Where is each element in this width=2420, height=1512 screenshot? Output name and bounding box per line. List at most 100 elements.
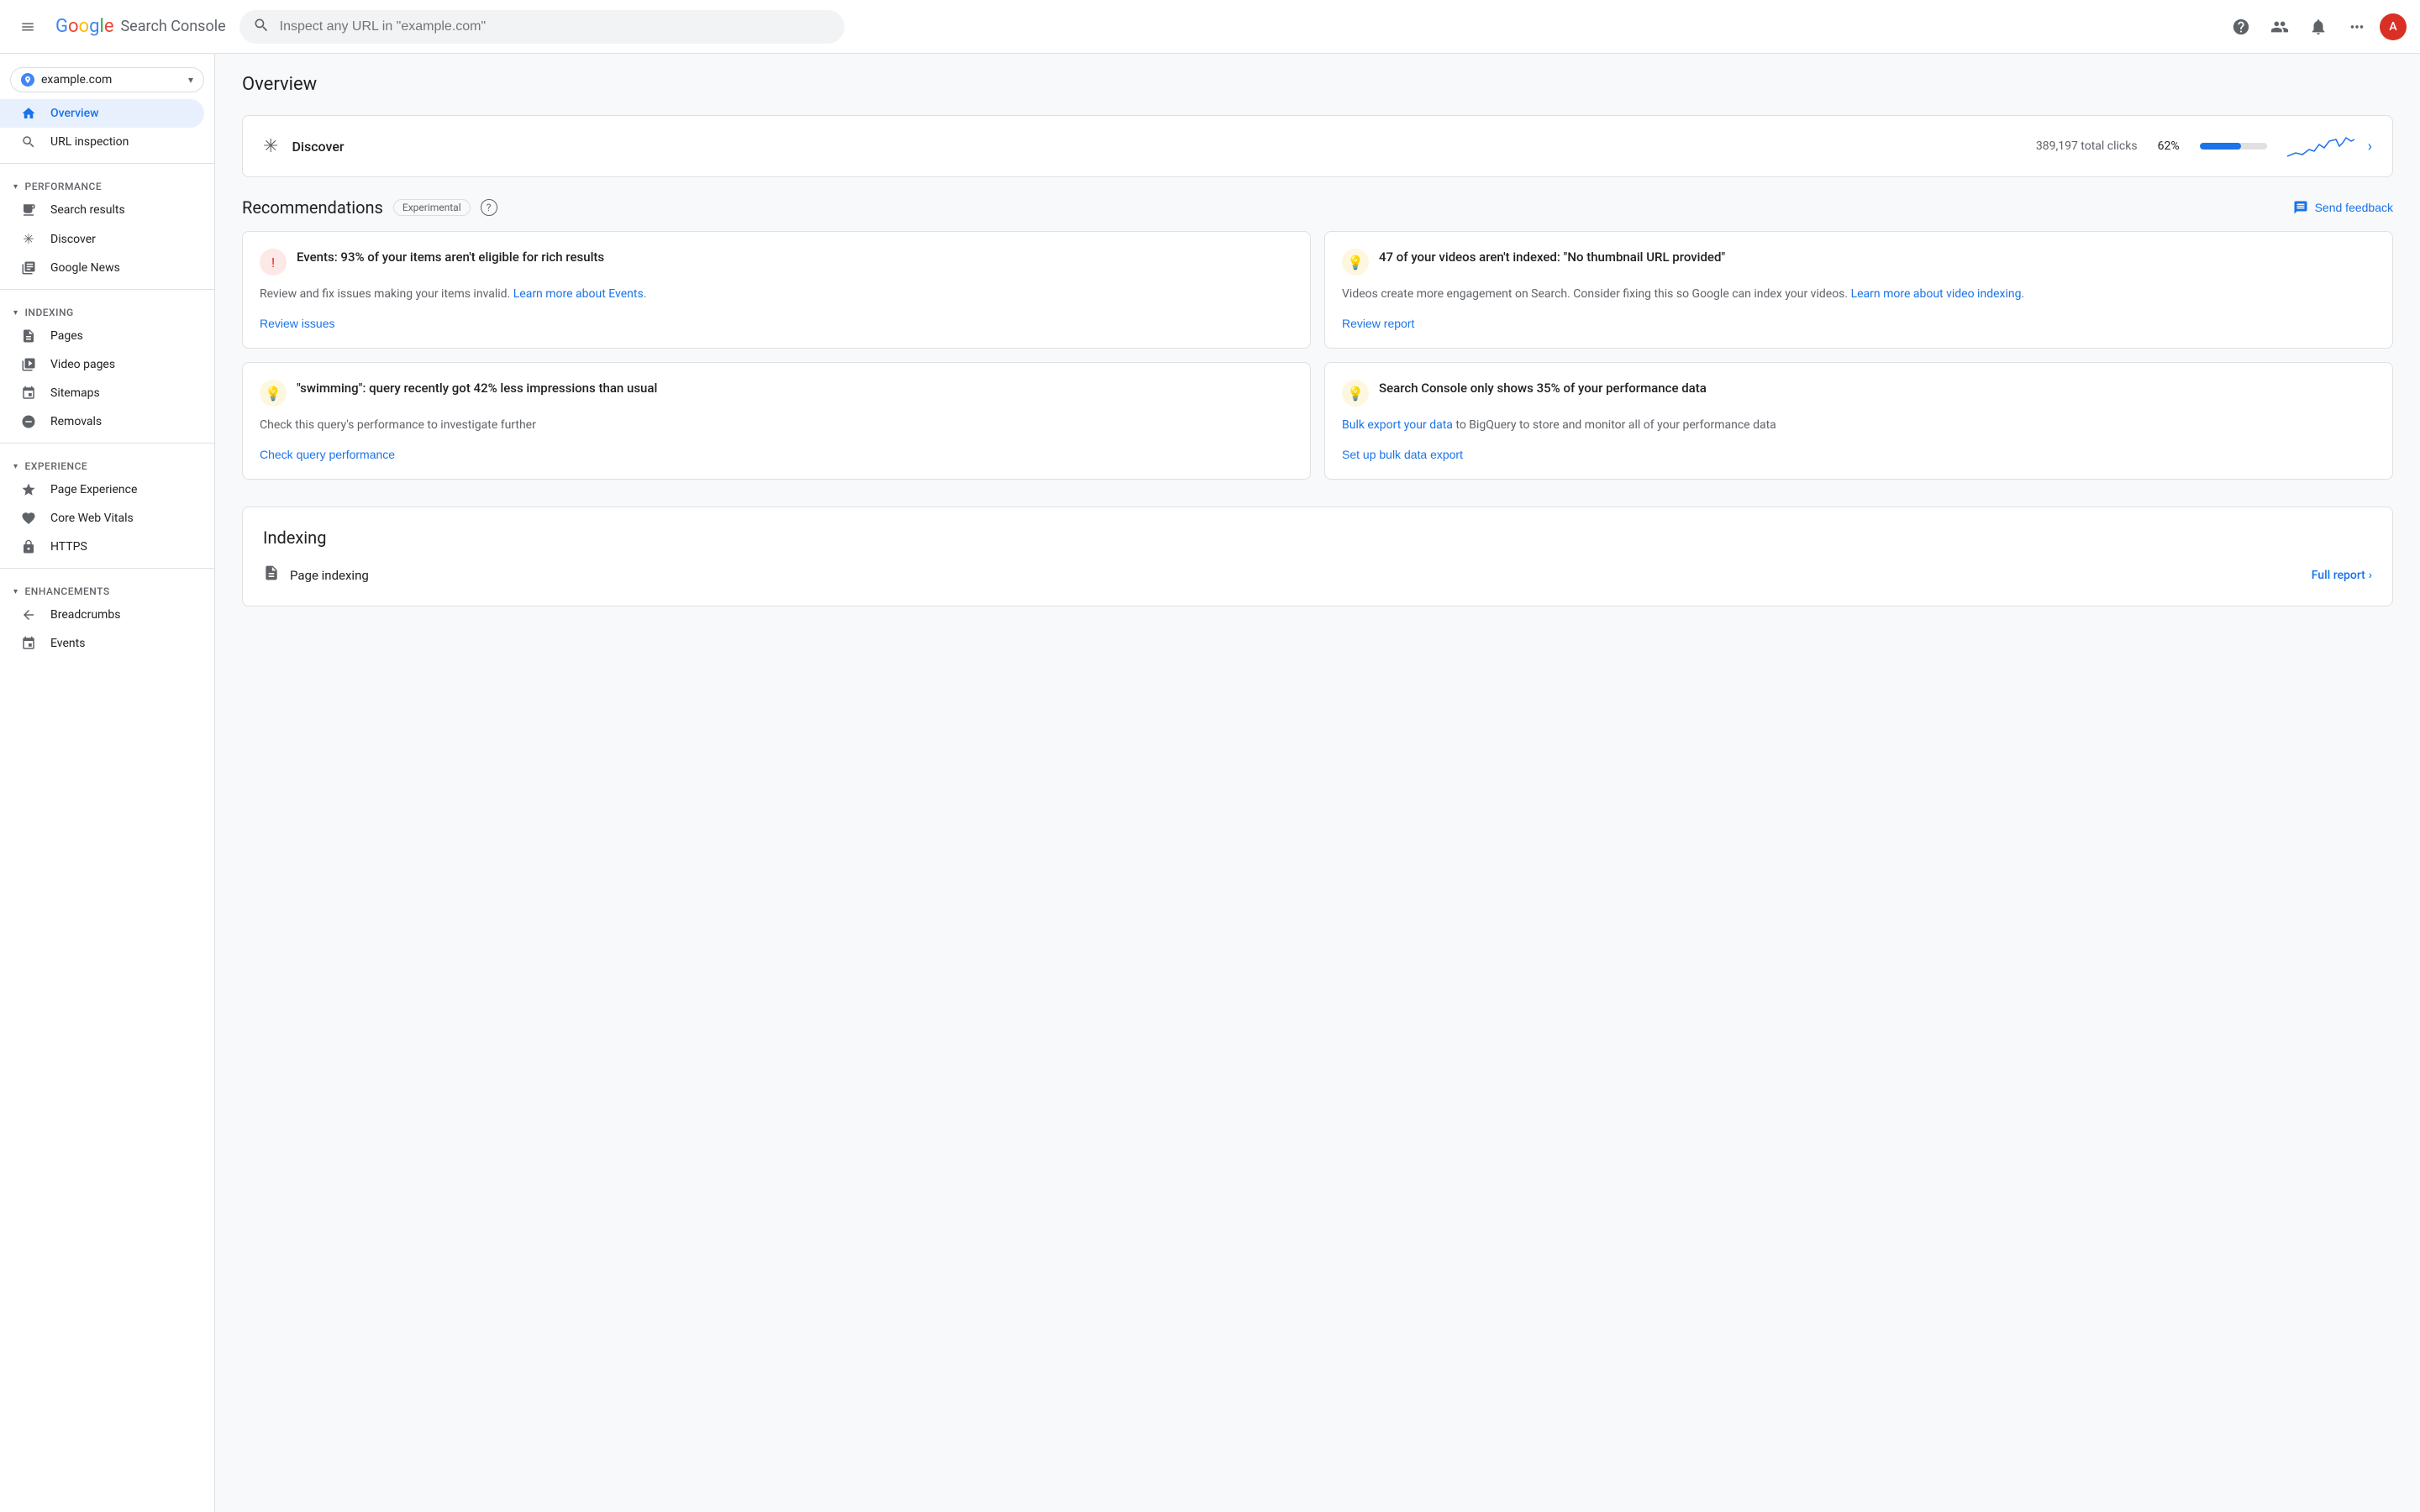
sidebar-item-overview[interactable]: Overview bbox=[0, 99, 204, 128]
full-report-link[interactable]: Full report › bbox=[2312, 569, 2372, 582]
pages-label: Pages bbox=[50, 329, 83, 343]
events-icon bbox=[20, 636, 37, 651]
experimental-badge: Experimental bbox=[393, 199, 471, 216]
sidebar-divider-3 bbox=[0, 443, 214, 444]
sidebar-divider-4 bbox=[0, 568, 214, 569]
rec-card-header-1: ! Events: 93% of your items aren't eligi… bbox=[260, 249, 1293, 276]
performance-section-header[interactable]: ▾ Performance bbox=[0, 171, 214, 196]
rec-card-header-4: 💡 Search Console only shows 35% of your … bbox=[1342, 380, 2375, 407]
page-title: Overview bbox=[242, 74, 2393, 95]
indexing-section-label: Indexing bbox=[25, 307, 74, 318]
rec-body-4: Bulk export your data to BigQuery to sto… bbox=[1342, 417, 2375, 434]
rec-card-events: ! Events: 93% of your items aren't eligi… bbox=[242, 231, 1311, 349]
app-title: Search Console bbox=[120, 18, 225, 35]
experience-section-header[interactable]: ▾ Experience bbox=[0, 450, 214, 475]
rec-error-icon-1: ! bbox=[260, 249, 287, 276]
recommendations-title: Recommendations bbox=[242, 197, 383, 218]
property-selector[interactable]: example.com ▾ bbox=[10, 67, 204, 92]
recommendations-section-header: Recommendations Experimental ? Send feed… bbox=[242, 197, 2393, 218]
check-query-performance-button[interactable]: Check query performance bbox=[260, 448, 395, 461]
sitemaps-label: Sitemaps bbox=[50, 386, 100, 400]
hamburger-menu-button[interactable] bbox=[13, 13, 42, 41]
discover-label: Discover bbox=[50, 233, 96, 246]
home-icon bbox=[20, 106, 37, 121]
sidebar-item-search-results[interactable]: Search results bbox=[0, 196, 204, 224]
sidebar-item-core-web-vitals[interactable]: Core Web Vitals bbox=[0, 504, 204, 533]
review-issues-button[interactable]: Review issues bbox=[260, 317, 334, 330]
sidebar-divider-1 bbox=[0, 163, 214, 164]
avatar[interactable]: A bbox=[2380, 13, 2407, 40]
search-bar bbox=[239, 10, 844, 44]
manage-users-button[interactable] bbox=[2264, 11, 2296, 43]
sidebar-item-pages[interactable]: Pages bbox=[0, 322, 204, 350]
sidebar-item-events[interactable]: Events bbox=[0, 629, 204, 658]
full-report-chevron-icon: › bbox=[2369, 569, 2372, 582]
page-experience-label: Page Experience bbox=[50, 483, 137, 496]
rec-warning-icon-3: 💡 bbox=[260, 380, 287, 407]
sidebar-item-url-inspection[interactable]: URL inspection bbox=[0, 128, 204, 156]
discover-card-name: Discover bbox=[292, 139, 2022, 155]
rec-title-3: "swimming": query recently got 42% less … bbox=[297, 380, 657, 397]
rec-link-1[interactable]: Learn more about Events bbox=[513, 287, 644, 301]
sidebar-item-discover[interactable]: ✳ Discover bbox=[0, 224, 204, 254]
core-web-vitals-label: Core Web Vitals bbox=[50, 512, 134, 525]
sitemaps-icon bbox=[20, 386, 37, 401]
help-button[interactable] bbox=[2225, 11, 2257, 43]
sidebar-item-page-experience[interactable]: Page Experience bbox=[0, 475, 204, 504]
google-news-icon bbox=[20, 260, 37, 276]
sidebar-item-sitemaps[interactable]: Sitemaps bbox=[0, 379, 204, 407]
sidebar-item-removals[interactable]: Removals bbox=[0, 407, 204, 436]
discover-nav-icon: ✳ bbox=[20, 231, 37, 247]
apps-button[interactable] bbox=[2341, 11, 2373, 43]
notifications-button[interactable] bbox=[2302, 11, 2334, 43]
rec-card-swimming: 💡 "swimming": query recently got 42% les… bbox=[242, 362, 1311, 480]
url-inspection-label: URL inspection bbox=[50, 135, 129, 149]
main-layout: example.com ▾ Overview URL inspection bbox=[0, 54, 2420, 1512]
content-area: Overview ✳ Discover 389,197 total clicks… bbox=[215, 54, 2420, 1512]
sidebar-item-https[interactable]: HTTPS bbox=[0, 533, 204, 561]
discover-pct: 62% bbox=[2158, 139, 2180, 153]
collapse-indexing-icon: ▾ bbox=[13, 308, 18, 318]
overview-label: Overview bbox=[50, 107, 98, 120]
rec-link-2[interactable]: Learn more about video indexing bbox=[1851, 287, 2022, 301]
breadcrumbs-icon bbox=[20, 607, 37, 622]
discover-progress-fill bbox=[2200, 143, 2242, 150]
set-up-bulk-data-export-button[interactable]: Set up bulk data export bbox=[1342, 448, 1463, 461]
search-results-icon bbox=[20, 202, 37, 218]
page-indexing-left: Page indexing bbox=[263, 564, 369, 585]
collapse-performance-icon: ▾ bbox=[13, 182, 18, 192]
video-pages-label: Video pages bbox=[50, 358, 115, 371]
send-feedback-label: Send feedback bbox=[2315, 201, 2393, 214]
top-actions: A bbox=[2225, 11, 2407, 43]
page-indexing-label: Page indexing bbox=[290, 568, 369, 583]
discover-asterisk-icon: ✳ bbox=[263, 136, 278, 157]
sidebar: example.com ▾ Overview URL inspection bbox=[0, 54, 215, 1512]
sidebar-item-breadcrumbs[interactable]: Breadcrumbs bbox=[0, 601, 204, 629]
rec-warning-icon-2: 💡 bbox=[1342, 249, 1369, 276]
property-icon bbox=[21, 73, 34, 87]
rec-title-1: Events: 93% of your items aren't eligibl… bbox=[297, 249, 604, 266]
core-web-vitals-icon bbox=[20, 511, 37, 526]
top-bar: Google Search Console bbox=[0, 0, 2420, 54]
indexing-section-header[interactable]: ▾ Indexing bbox=[0, 297, 214, 322]
send-feedback-button[interactable]: Send feedback bbox=[2293, 200, 2393, 215]
search-results-label: Search results bbox=[50, 203, 125, 217]
removals-label: Removals bbox=[50, 415, 102, 428]
sidebar-item-video-pages[interactable]: Video pages bbox=[0, 350, 204, 379]
recommendations-help-icon[interactable]: ? bbox=[481, 199, 497, 216]
review-report-button[interactable]: Review report bbox=[1342, 317, 1414, 330]
rec-card-header-3: 💡 "swimming": query recently got 42% les… bbox=[260, 380, 1293, 407]
app-container: Google Search Console bbox=[0, 0, 2420, 1512]
pages-icon bbox=[20, 328, 37, 344]
search-input[interactable] bbox=[280, 19, 831, 34]
collapse-enhancements-icon: ▾ bbox=[13, 587, 18, 596]
rec-card-bulk-export: 💡 Search Console only shows 35% of your … bbox=[1324, 362, 2393, 480]
indexing-section: Indexing Page indexing Full report › bbox=[242, 507, 2393, 606]
enhancements-section-header[interactable]: ▾ Enhancements bbox=[0, 575, 214, 601]
enhancements-section-label: Enhancements bbox=[25, 585, 110, 597]
sidebar-item-google-news[interactable]: Google News bbox=[0, 254, 204, 282]
rec-link-4[interactable]: Bulk export your data bbox=[1342, 418, 1453, 432]
events-label: Events bbox=[50, 637, 85, 650]
discover-card[interactable]: ✳ Discover 389,197 total clicks 62% › bbox=[242, 115, 2393, 177]
sidebar-divider-2 bbox=[0, 289, 214, 290]
